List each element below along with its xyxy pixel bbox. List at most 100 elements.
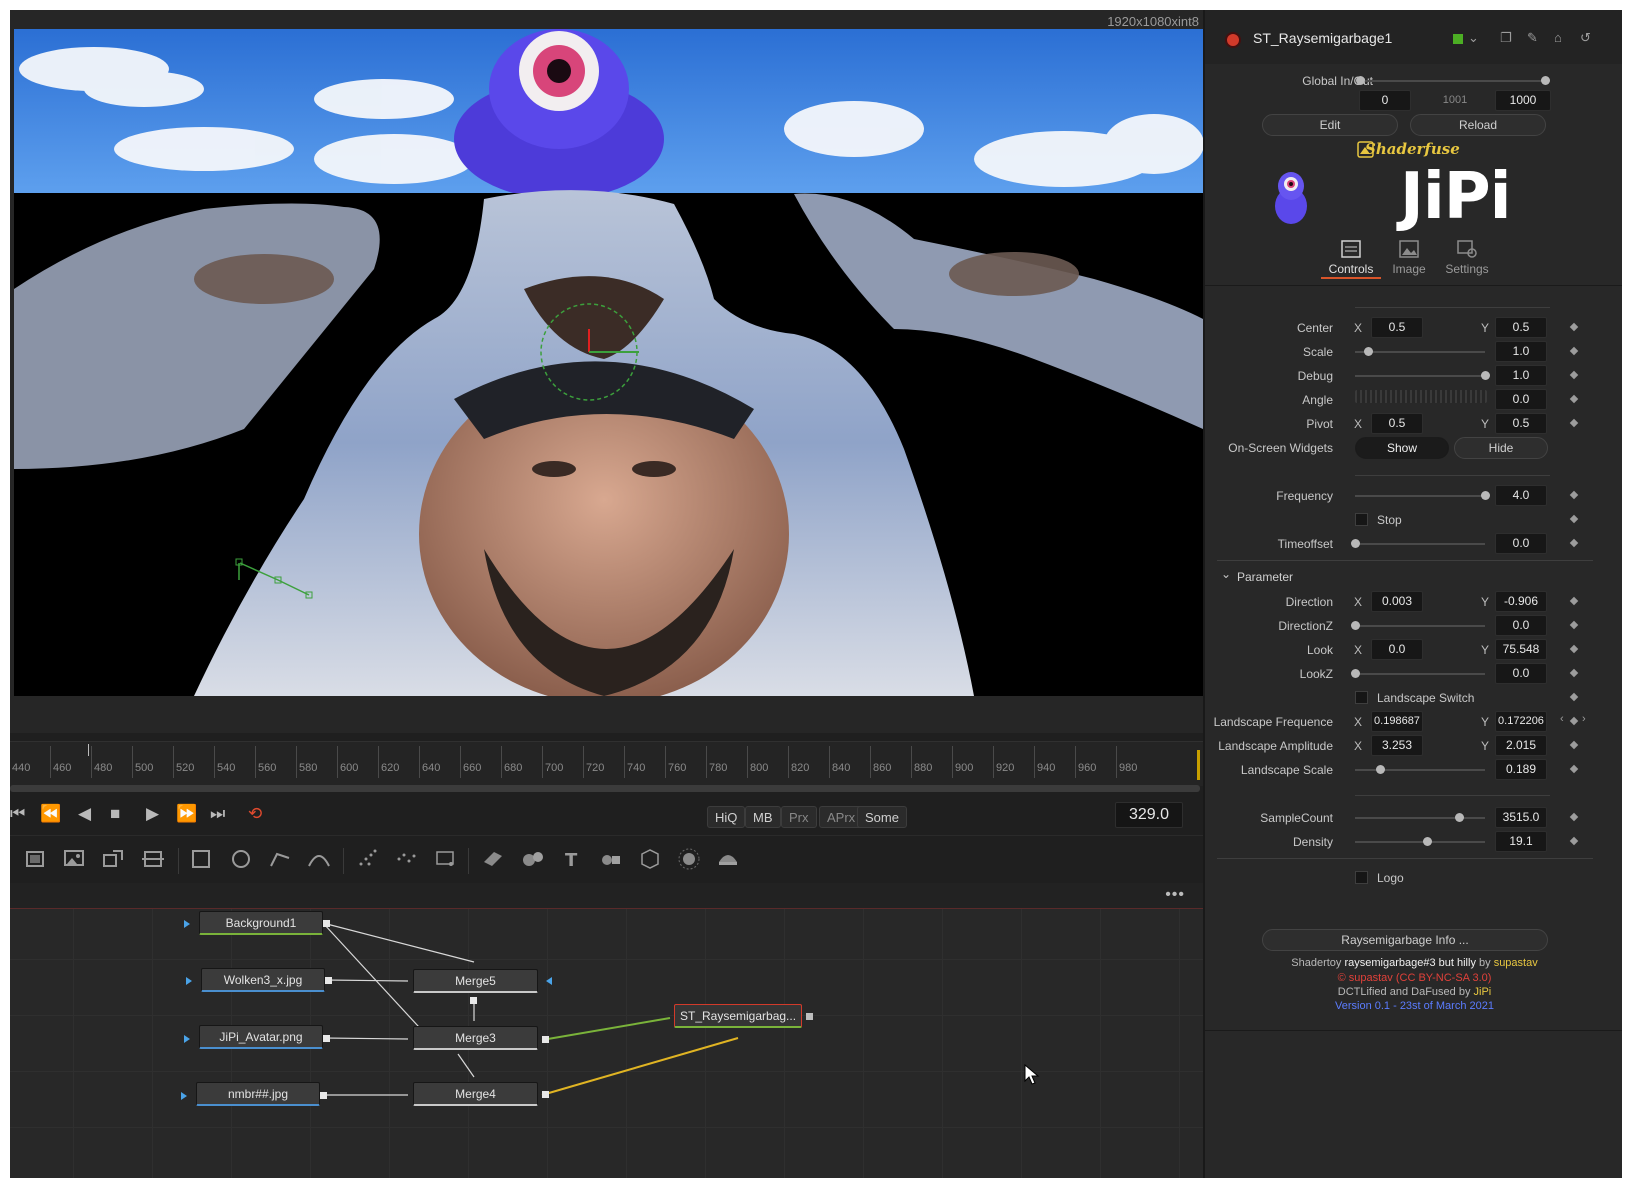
density-slider-knob[interactable] — [1422, 837, 1432, 846]
loop-icon[interactable]: ⟲ — [248, 804, 262, 824]
text-3d-icon[interactable]: T — [559, 846, 585, 872]
node-input-port[interactable] — [181, 1092, 187, 1100]
timeoffset-slider-knob[interactable] — [1351, 539, 1360, 548]
step-back-icon[interactable]: ◀ — [78, 804, 91, 824]
global-in-knob[interactable] — [1356, 76, 1365, 85]
landscape-amplitude-keyframe-icon[interactable] — [1569, 740, 1579, 750]
global-out-knob[interactable] — [1541, 76, 1550, 85]
landscape-scale-field[interactable]: 0.189 — [1495, 759, 1547, 780]
center-x-field[interactable]: 0.5 — [1371, 317, 1423, 338]
ellipse-mask-icon[interactable] — [228, 846, 254, 872]
particle-render-icon[interactable] — [394, 846, 420, 872]
debug-slider-knob[interactable] — [1481, 371, 1490, 380]
samplecount-slider-knob[interactable] — [1455, 813, 1464, 822]
pivot-keyframe-icon[interactable] — [1569, 418, 1579, 428]
lookz-keyframe-icon[interactable] — [1569, 668, 1579, 678]
node-output-port[interactable] — [806, 1013, 813, 1020]
stop-keyframe-icon[interactable] — [1569, 514, 1579, 524]
show-widgets-button[interactable]: Show — [1355, 437, 1449, 459]
node-wolken3[interactable]: Wolken3_x.jpg — [201, 968, 325, 992]
density-slider[interactable] — [1355, 841, 1485, 843]
samplecount-slider[interactable] — [1355, 817, 1485, 819]
samplecount-field[interactable]: 3515.0 — [1495, 807, 1547, 828]
debug-keyframe-icon[interactable] — [1569, 370, 1579, 380]
landscape-switch-checkbox[interactable] — [1355, 691, 1368, 704]
edit-button[interactable]: Edit — [1262, 114, 1398, 136]
stop-icon[interactable]: ■ — [110, 804, 120, 824]
hiq-button[interactable]: HiQ — [707, 806, 746, 828]
rewind-icon[interactable]: ⏪ — [40, 804, 61, 824]
next-keyframe-icon[interactable]: › — [1582, 713, 1586, 725]
go-to-end-icon[interactable]: ⏭ — [210, 804, 225, 824]
reset-icon[interactable]: ↺ — [1580, 30, 1591, 46]
pin-icon[interactable]: ✎ — [1527, 30, 1538, 46]
window-icon[interactable]: ❐ — [1500, 30, 1512, 46]
pivot-x-field[interactable]: 0.5 — [1371, 413, 1423, 434]
landscape-frequence-keyframe-icon[interactable] — [1569, 716, 1579, 726]
camera-3d-icon[interactable] — [637, 846, 663, 872]
credits-jipi-link[interactable]: JiPi — [1474, 986, 1492, 998]
color-swatch[interactable] — [1453, 34, 1463, 44]
node-output-port[interactable] — [320, 1092, 327, 1099]
landscape-switch-keyframe-icon[interactable] — [1569, 692, 1579, 702]
loader-tool-icon[interactable] — [62, 846, 88, 872]
scale-field[interactable]: 1.0 — [1495, 341, 1547, 362]
angle-field[interactable]: 0.0 — [1495, 389, 1547, 410]
parameter-section-header[interactable]: Parameter — [1237, 570, 1293, 584]
bspline-mask-icon[interactable] — [306, 846, 332, 872]
node-nmbr[interactable]: nmbr##.jpg — [196, 1082, 320, 1106]
global-inout-slider[interactable] — [1360, 80, 1550, 82]
node-merge5[interactable]: Merge5 — [413, 969, 538, 993]
node-input-port[interactable] — [184, 1035, 190, 1043]
debug-slider[interactable] — [1355, 375, 1485, 377]
lookz-field[interactable]: 0.0 — [1495, 663, 1547, 684]
logo-checkbox[interactable] — [1355, 871, 1368, 884]
credits-license[interactable]: © supastav (CC BY-NC-SA 3.0) — [1205, 972, 1622, 984]
center-keyframe-icon[interactable] — [1569, 322, 1579, 332]
render-end-marker[interactable] — [1197, 750, 1200, 780]
tab-controls[interactable]: Controls — [1321, 240, 1381, 276]
node-output-port[interactable] — [542, 1036, 549, 1043]
landscape-scale-keyframe-icon[interactable] — [1569, 764, 1579, 774]
angle-thumbwheel[interactable] — [1355, 390, 1487, 403]
node-output-port[interactable] — [323, 1035, 330, 1042]
transform-tool-icon[interactable] — [140, 846, 166, 872]
samplecount-keyframe-icon[interactable] — [1569, 812, 1579, 822]
node-output-port[interactable] — [470, 997, 477, 1004]
info-button[interactable]: Raysemigarbage Info ... — [1262, 929, 1548, 951]
particle-emitter-icon[interactable] — [355, 846, 381, 872]
lookz-slider[interactable] — [1355, 673, 1485, 675]
density-field[interactable]: 19.1 — [1495, 831, 1547, 852]
density-keyframe-icon[interactable] — [1569, 836, 1579, 846]
node-mask-port[interactable] — [546, 977, 552, 985]
go-to-start-icon[interactable]: ⏮ — [10, 804, 25, 824]
reload-button[interactable]: Reload — [1410, 114, 1546, 136]
landscape-amplitude-x-field[interactable]: 3.253 — [1371, 735, 1423, 756]
look-keyframe-icon[interactable] — [1569, 644, 1579, 654]
merge-3d-icon[interactable] — [598, 846, 624, 872]
time-scrub-bar[interactable] — [10, 785, 1200, 792]
light-3d-icon[interactable] — [676, 846, 702, 872]
look-x-field[interactable]: 0.0 — [1371, 639, 1423, 660]
resize-tool-icon[interactable] — [101, 846, 127, 872]
directionz-slider[interactable] — [1355, 625, 1485, 627]
rectangle-mask-icon[interactable] — [188, 846, 214, 872]
timeline-ruler[interactable]: 440 460 480 500 520 540 560 580 600 620 640 660 680 7… — [10, 741, 1203, 786]
landscape-frequence-x-field[interactable]: 0.198687 — [1371, 711, 1423, 732]
direction-keyframe-icon[interactable] — [1569, 596, 1579, 606]
directionz-slider-knob[interactable] — [1351, 621, 1360, 630]
direction-x-field[interactable]: 0.003 — [1371, 591, 1423, 612]
node-merge4[interactable]: Merge4 — [413, 1082, 538, 1106]
frequency-field[interactable]: 4.0 — [1495, 485, 1547, 506]
scale-slider-knob[interactable] — [1364, 347, 1373, 356]
landscape-scale-slider-knob[interactable] — [1375, 765, 1385, 774]
landscape-amplitude-y-field[interactable]: 2.015 — [1495, 735, 1547, 756]
tool-enable-dot[interactable] — [1227, 34, 1239, 46]
frequency-slider[interactable] — [1355, 495, 1485, 497]
global-in-field[interactable]: 0 — [1359, 90, 1411, 111]
direction-y-field[interactable]: -0.906 — [1495, 591, 1547, 612]
node-background1[interactable]: Background1 — [199, 911, 323, 935]
frequency-keyframe-icon[interactable] — [1569, 490, 1579, 500]
node-editor[interactable]: Background1 Wolken3_x.jpg JiPi_Avatar.pn… — [10, 909, 1203, 1178]
fast-forward-icon[interactable]: ⏩ — [176, 804, 197, 824]
